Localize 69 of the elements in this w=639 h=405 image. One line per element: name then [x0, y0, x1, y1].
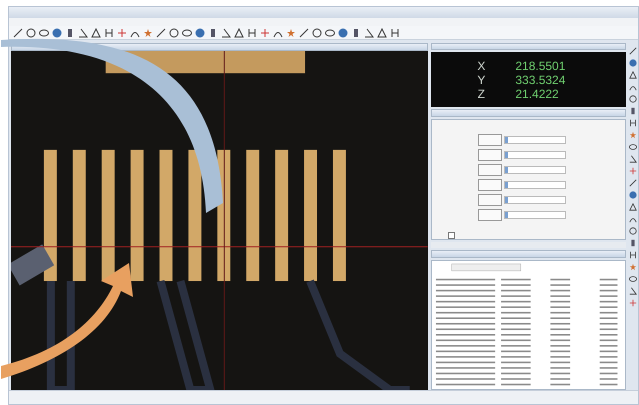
slider[interactable]	[504, 166, 566, 174]
h-icon[interactable]	[247, 28, 257, 38]
triangle-icon[interactable]	[629, 71, 638, 79]
triangle-icon[interactable]	[234, 28, 244, 38]
ellipse-icon[interactable]	[325, 28, 335, 38]
light-button[interactable]	[478, 208, 502, 221]
line-icon[interactable]	[156, 28, 166, 38]
triangle-icon[interactable]	[377, 28, 387, 38]
cross-icon[interactable]	[629, 167, 638, 175]
triangle-icon[interactable]	[629, 203, 638, 211]
cross-icon[interactable]	[260, 28, 270, 38]
axis-label: Z	[476, 86, 486, 101]
circle-icon[interactable]	[26, 28, 36, 38]
light-button[interactable]	[478, 194, 502, 206]
star-icon[interactable]	[286, 28, 296, 38]
globe-icon[interactable]	[195, 28, 205, 38]
slider[interactable]	[504, 210, 566, 219]
globe-icon[interactable]	[52, 28, 62, 38]
h-icon[interactable]	[104, 28, 114, 38]
h-icon[interactable]	[629, 251, 638, 259]
checkbox[interactable]	[448, 232, 455, 239]
ellipse-icon[interactable]	[629, 143, 638, 151]
h-icon[interactable]	[390, 28, 400, 38]
globe-icon[interactable]	[629, 59, 638, 67]
angle-icon[interactable]	[78, 28, 88, 38]
coordinate-value: 21.4222	[515, 86, 560, 101]
slider[interactable]	[504, 180, 566, 189]
slider[interactable]	[504, 196, 566, 204]
ellipse-icon[interactable]	[629, 275, 638, 283]
globe-icon[interactable]	[629, 191, 638, 199]
light-button[interactable]	[478, 134, 502, 146]
arc-icon[interactable]	[629, 83, 638, 91]
star-icon[interactable]	[143, 28, 153, 38]
ellipse-icon[interactable]	[182, 28, 192, 38]
bar-icon[interactable]	[65, 28, 75, 38]
bar-icon[interactable]	[629, 107, 638, 115]
line-icon[interactable]	[629, 179, 638, 187]
light-button[interactable]	[478, 148, 502, 161]
arc-icon[interactable]	[629, 215, 638, 223]
circle-icon[interactable]	[169, 28, 179, 38]
angle-icon[interactable]	[629, 287, 638, 295]
coordinate-value: 218.5501	[515, 58, 566, 73]
axis-label: X	[476, 58, 486, 73]
bar-icon[interactable]	[208, 28, 218, 38]
ellipse-icon[interactable]	[39, 28, 49, 38]
circle-icon[interactable]	[312, 28, 322, 38]
circle-icon[interactable]	[629, 95, 638, 103]
star-icon[interactable]	[629, 131, 638, 139]
line-icon[interactable]	[13, 28, 23, 38]
bar-icon[interactable]	[351, 28, 361, 38]
cross-icon[interactable]	[629, 299, 638, 307]
h-icon[interactable]	[629, 119, 638, 127]
line-icon[interactable]	[629, 47, 638, 55]
slider[interactable]	[504, 150, 566, 159]
axis-label: Y	[476, 72, 486, 87]
star-icon[interactable]	[629, 263, 638, 271]
light-button[interactable]	[478, 164, 502, 176]
coordinate-value: 333.5324	[515, 72, 566, 87]
bar-icon[interactable]	[629, 239, 638, 247]
circle-icon[interactable]	[629, 227, 638, 235]
triangle-icon[interactable]	[91, 28, 101, 38]
light-button[interactable]	[478, 178, 502, 191]
line-icon[interactable]	[299, 28, 309, 38]
slider[interactable]	[504, 136, 566, 144]
angle-icon[interactable]	[364, 28, 374, 38]
angle-icon[interactable]	[629, 155, 638, 163]
globe-icon[interactable]	[338, 28, 348, 38]
cross-icon[interactable]	[117, 28, 127, 38]
angle-icon[interactable]	[221, 28, 231, 38]
